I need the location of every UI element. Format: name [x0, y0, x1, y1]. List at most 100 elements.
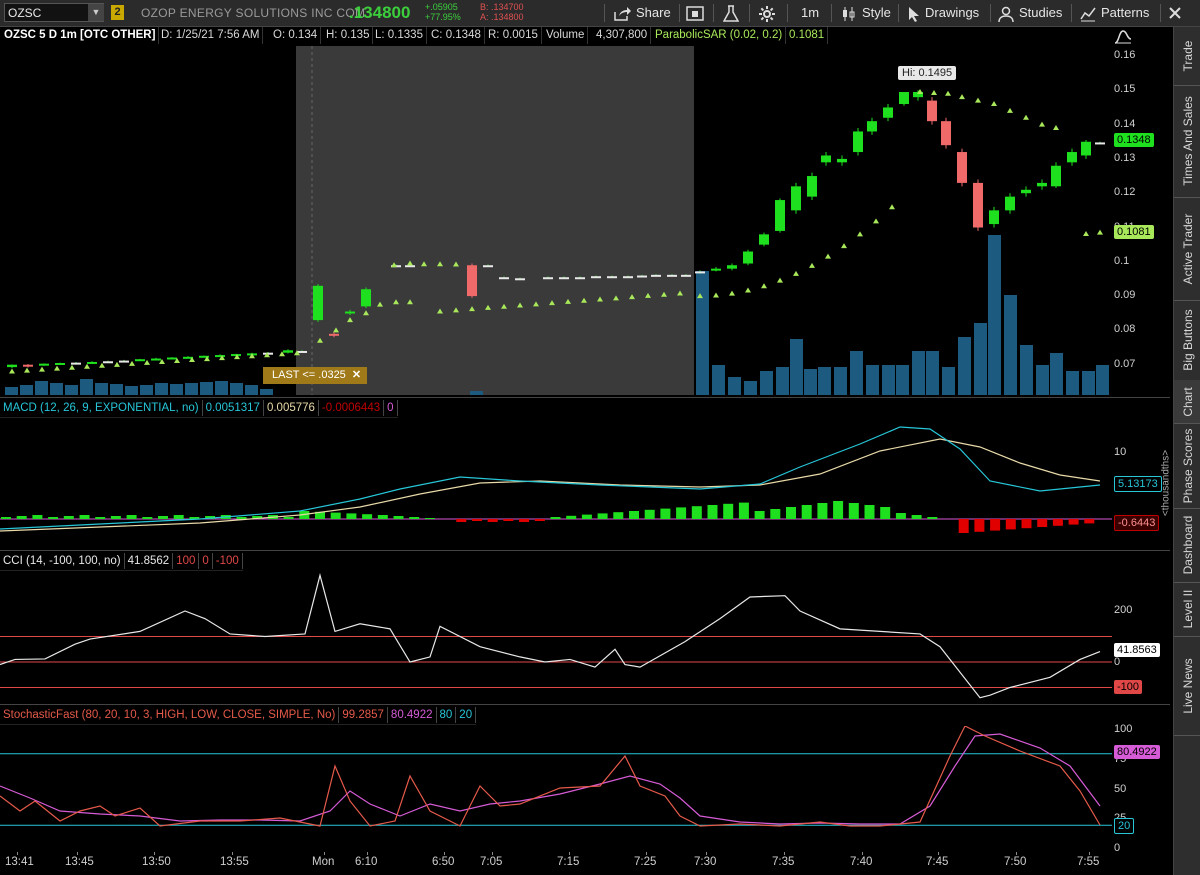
sar-dot — [959, 94, 965, 100]
stoch-chart[interactable] — [0, 726, 1112, 852]
time-axis-tick — [569, 852, 570, 855]
macd-histogram-bar — [79, 515, 90, 519]
candle-body — [743, 251, 753, 264]
candle — [1021, 186, 1031, 197]
volume-bar — [80, 379, 93, 395]
candle-body — [483, 265, 493, 268]
sar-dot — [857, 231, 863, 237]
price-chart[interactable] — [0, 46, 1112, 395]
share-button[interactable]: Share — [613, 0, 671, 26]
candle — [231, 353, 241, 357]
macd-histogram-bar — [581, 514, 592, 519]
time-axis-label: 13:41 — [5, 856, 34, 868]
cci-axis-0: 0 — [1114, 656, 1121, 668]
macd-histogram-bar — [63, 516, 74, 519]
drawings-button[interactable]: Drawings — [908, 0, 979, 26]
sar-dot — [873, 218, 879, 224]
candle-body — [1021, 189, 1031, 194]
stoch-pane[interactable] — [0, 726, 1112, 852]
macd-histogram-bar — [362, 514, 373, 519]
time-axis-tick — [1089, 852, 1090, 855]
cursor-icon — [909, 6, 919, 22]
candle — [151, 357, 161, 361]
candle-body — [313, 285, 323, 321]
price-pane[interactable] — [0, 46, 1112, 395]
volume-bar — [1050, 353, 1063, 395]
macd-value-tag: 5.13173 — [1114, 476, 1162, 492]
candle-body — [973, 182, 983, 228]
volume-bar — [896, 365, 909, 395]
time-axis-tick — [938, 852, 939, 855]
macd-histogram-bar — [1021, 519, 1032, 529]
right-tab-trade[interactable]: Trade — [1174, 27, 1200, 86]
aggregation-button[interactable]: 1m — [801, 0, 819, 26]
macd-avg: 0.005776 — [264, 400, 319, 416]
candle — [135, 358, 145, 362]
share-icon — [614, 6, 631, 21]
macd-pane[interactable] — [0, 419, 1112, 548]
close-alert-icon[interactable]: ✕ — [352, 369, 361, 381]
macd-histogram-bar — [660, 508, 671, 519]
right-tab-times-and-sales[interactable]: Times And Sales — [1174, 85, 1200, 198]
volume-bar — [230, 383, 243, 395]
volume-bar — [1036, 365, 1049, 395]
flexible-grid-button[interactable] — [686, 0, 709, 26]
symbol-dropdown-icon[interactable]: ▼ — [88, 4, 104, 21]
cci-title[interactable]: CCI (14, -100, 100, no) — [0, 553, 125, 569]
macd-histogram-bar — [676, 507, 687, 519]
net-change-value: +.05905 — [425, 2, 458, 12]
right-tab-dashboard[interactable]: Dashboard — [1174, 508, 1200, 583]
macd-title[interactable]: MACD (12, 26, 9, EXPONENTIAL, no) — [0, 400, 203, 416]
time-axis-label: 7:55 — [1077, 856, 1100, 868]
close-chart-button[interactable] — [1168, 0, 1182, 26]
price-alert-label[interactable]: LAST <= .0325 ✕ — [263, 367, 368, 384]
sar-dot — [809, 262, 815, 268]
settings-button[interactable] — [759, 0, 780, 26]
price-axis-label: 0.12 — [1114, 186, 1136, 199]
macd-histogram-bar — [503, 519, 514, 521]
right-tab-live-news[interactable]: Live News — [1174, 636, 1200, 736]
patterns-button[interactable]: Patterns — [1080, 0, 1149, 26]
stoch-d-line — [0, 733, 1101, 825]
stoch-title[interactable]: StochasticFast (80, 20, 10, 3, HIGH, LOW… — [0, 707, 340, 723]
volume-bar — [912, 351, 925, 395]
time-axis-label: 7:50 — [1004, 856, 1027, 868]
beaker-icon — [723, 4, 739, 22]
cci-value: 41.8562 — [125, 553, 174, 569]
right-tab-chart[interactable]: Chart — [1174, 380, 1200, 424]
cci-chart[interactable] — [0, 572, 1112, 702]
sar-dot — [1023, 114, 1029, 120]
cci-pane[interactable] — [0, 572, 1112, 702]
stoch-os: 20 — [456, 707, 477, 723]
price-axis-label: 0.08 — [1114, 323, 1136, 336]
macd-histogram-bar — [990, 519, 1001, 531]
sar-dot — [931, 90, 937, 96]
candle — [103, 360, 113, 364]
beaker-button[interactable] — [723, 0, 744, 26]
volume-bar — [1082, 371, 1095, 395]
right-tab-big-buttons[interactable]: Big Buttons — [1174, 300, 1200, 381]
sar-dot — [1053, 125, 1059, 131]
macd-chart[interactable] — [0, 419, 1112, 548]
macd-histogram-bar — [456, 519, 467, 522]
studies-button[interactable]: Studies — [998, 0, 1062, 26]
link-group-badge[interactable]: 2 — [111, 5, 124, 20]
candle-body — [297, 350, 307, 353]
macd-histogram-bar — [738, 502, 749, 519]
style-button[interactable]: Style — [841, 0, 891, 26]
candle — [989, 206, 999, 228]
candle — [883, 104, 893, 122]
macd-axis-10: 10 — [1114, 446, 1127, 458]
sar-dot — [24, 367, 30, 373]
right-tab-level-ii[interactable]: Level II — [1174, 582, 1200, 637]
right-tab-phase-scores[interactable]: Phase Scores — [1174, 423, 1200, 509]
volume-bar — [760, 371, 773, 395]
time-axis-label: 13:45 — [65, 856, 94, 868]
macd-histogram-bar — [613, 512, 624, 519]
volume-bar — [974, 323, 987, 395]
right-tab-active-trader[interactable]: Active Trader — [1174, 197, 1200, 301]
candle-body — [1051, 165, 1061, 187]
candle-body — [759, 234, 769, 245]
chart-style-icon[interactable] — [1114, 27, 1132, 48]
candle-body — [791, 186, 801, 211]
